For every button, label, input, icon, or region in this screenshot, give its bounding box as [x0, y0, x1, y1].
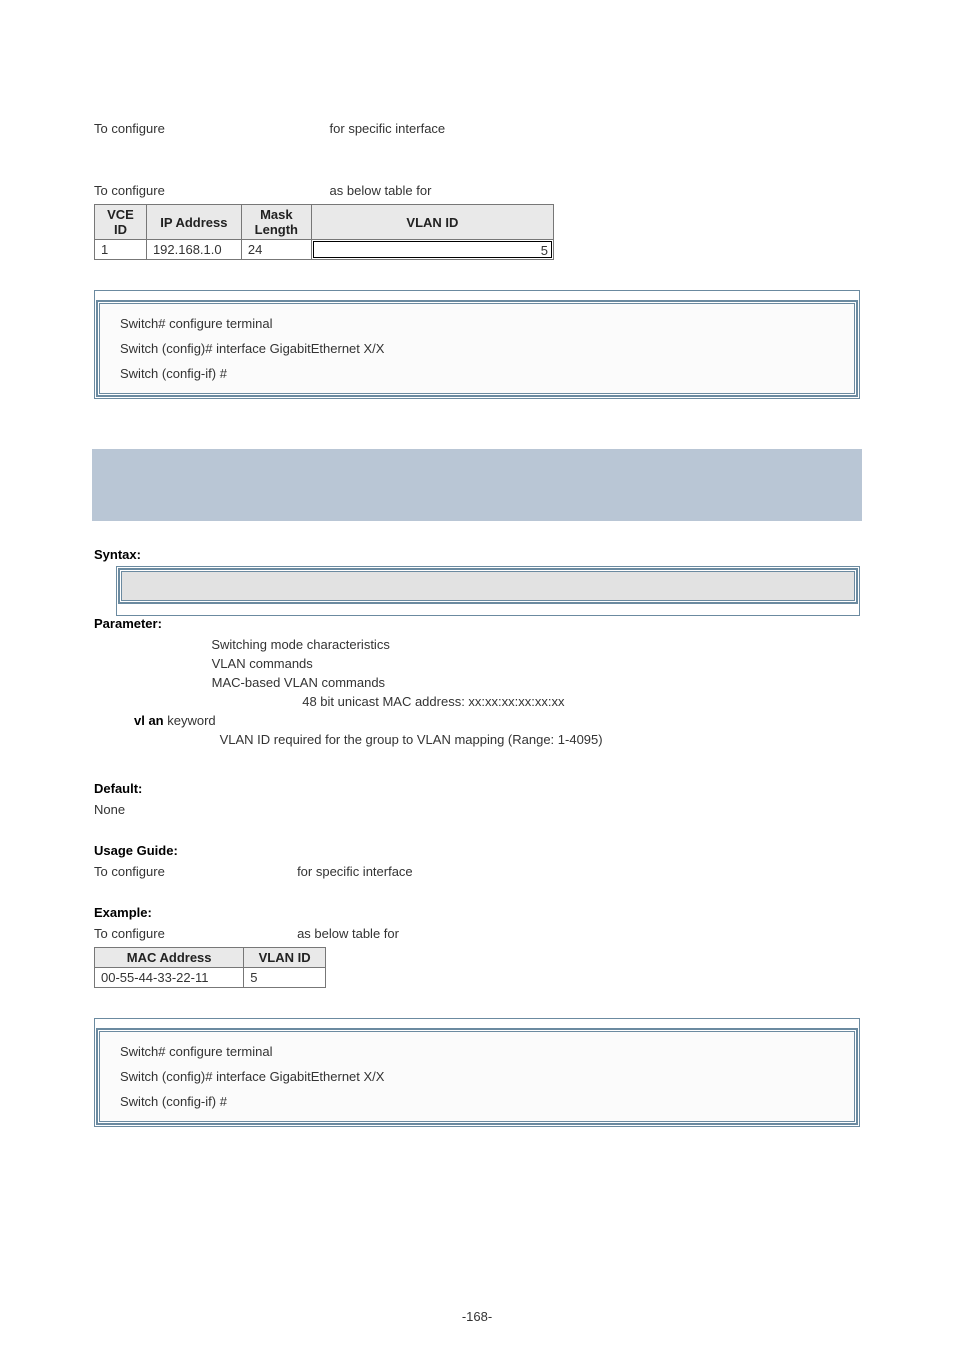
- code-line: Switch# configure terminal: [120, 1044, 834, 1059]
- code-line: Switch (config-if) # switchport vlan mac…: [120, 1094, 834, 1109]
- code-block-1: Switch# configure terminal Switch (confi…: [94, 290, 860, 399]
- td-vlan: 5: [244, 968, 326, 988]
- default-value: None: [94, 802, 860, 817]
- syntax-text: switchport vlan mac <mac_addr> vlan <vid…: [134, 578, 406, 593]
- example-hdr-2: Example:: [94, 905, 860, 920]
- parameter-hdr: Parameter:: [94, 616, 860, 631]
- table-row: 00-55-44-33-22-11 5: [95, 968, 326, 988]
- table-row: MAC Address VLAN ID: [95, 948, 326, 968]
- td-mac: 00-55-44-33-22-11: [95, 968, 244, 988]
- ip-subnet-table: VCE ID IP Address Mask Length VLAN ID 1 …: [94, 204, 554, 260]
- param-mac: mac MAC-based VLAN commands: [94, 675, 860, 690]
- code-block-2: Switch# configure terminal Switch (confi…: [94, 1018, 860, 1127]
- code-line: Switch# configure terminal: [120, 316, 834, 331]
- syntax-box: switchport vlan mac <mac_addr> vlan <vid…: [116, 566, 860, 616]
- example-hdr-1: Example:: [94, 162, 860, 177]
- default-hdr: Default:: [94, 781, 860, 796]
- param-switchport: switchport Switching mode characteristic…: [94, 637, 860, 652]
- syntax-hdr: Syntax:: [94, 547, 860, 562]
- th-ip-address: IP Address: [146, 205, 241, 240]
- th-mac: MAC Address: [95, 948, 244, 968]
- th-vlan-id: VLAN ID: [311, 205, 553, 240]
- th-vce-id: VCE ID: [95, 205, 147, 240]
- usage-guide-line-1: To configure switchport vlan ip-subnet f…: [94, 121, 860, 136]
- td-vce-id: 1: [95, 240, 147, 260]
- vlan-id-input[interactable]: 5: [313, 241, 552, 258]
- table-row: VCE ID IP Address Mask Length VLAN ID: [95, 205, 554, 240]
- usage-guide-hdr-1: Usage Guide:: [94, 100, 860, 115]
- param-vid: <vid> VLAN ID required for the group to …: [94, 732, 860, 747]
- th-mask-length: Mask Length: [241, 205, 311, 240]
- td-mask: 24: [241, 240, 311, 260]
- code-line: Switch (config)# interface GigabitEthern…: [120, 341, 834, 356]
- table-row: 1 192.168.1.0 24 5: [95, 240, 554, 260]
- code-line: Switch (config)# interface GigabitEthern…: [120, 1069, 834, 1084]
- td-ip: 192.168.1.0: [146, 240, 241, 260]
- param-mac-addr: <mac_addr> 48 bit unicast MAC address: x…: [94, 694, 860, 709]
- section-header-bar: 4.2.69.14 switchport vlan mac: [92, 449, 862, 521]
- code-line: Switch (config-if) # switchport vlan ip-…: [120, 366, 834, 381]
- mac-table: MAC Address VLAN ID 00-55-44-33-22-11 5: [94, 947, 326, 988]
- usage-guide-hdr-2: Usage Guide:: [94, 843, 860, 858]
- example-line-1: To configure switchport vlan ip-subnet a…: [94, 183, 860, 198]
- example-line-2: To configure switchport vlan mac as belo…: [94, 926, 860, 941]
- usage-guide-line-2: To configure switchport vlan mac for spe…: [94, 864, 860, 879]
- td-vlan-id: 5: [311, 240, 553, 260]
- param-vlan: vlan VLAN commands: [94, 656, 860, 671]
- param-vlan-keyword: vl an keyword: [94, 713, 860, 728]
- page-number: -168-: [0, 1309, 954, 1324]
- page: Usage Guide: To configure switchport vla…: [0, 0, 954, 1350]
- th-vlan: VLAN ID: [244, 948, 326, 968]
